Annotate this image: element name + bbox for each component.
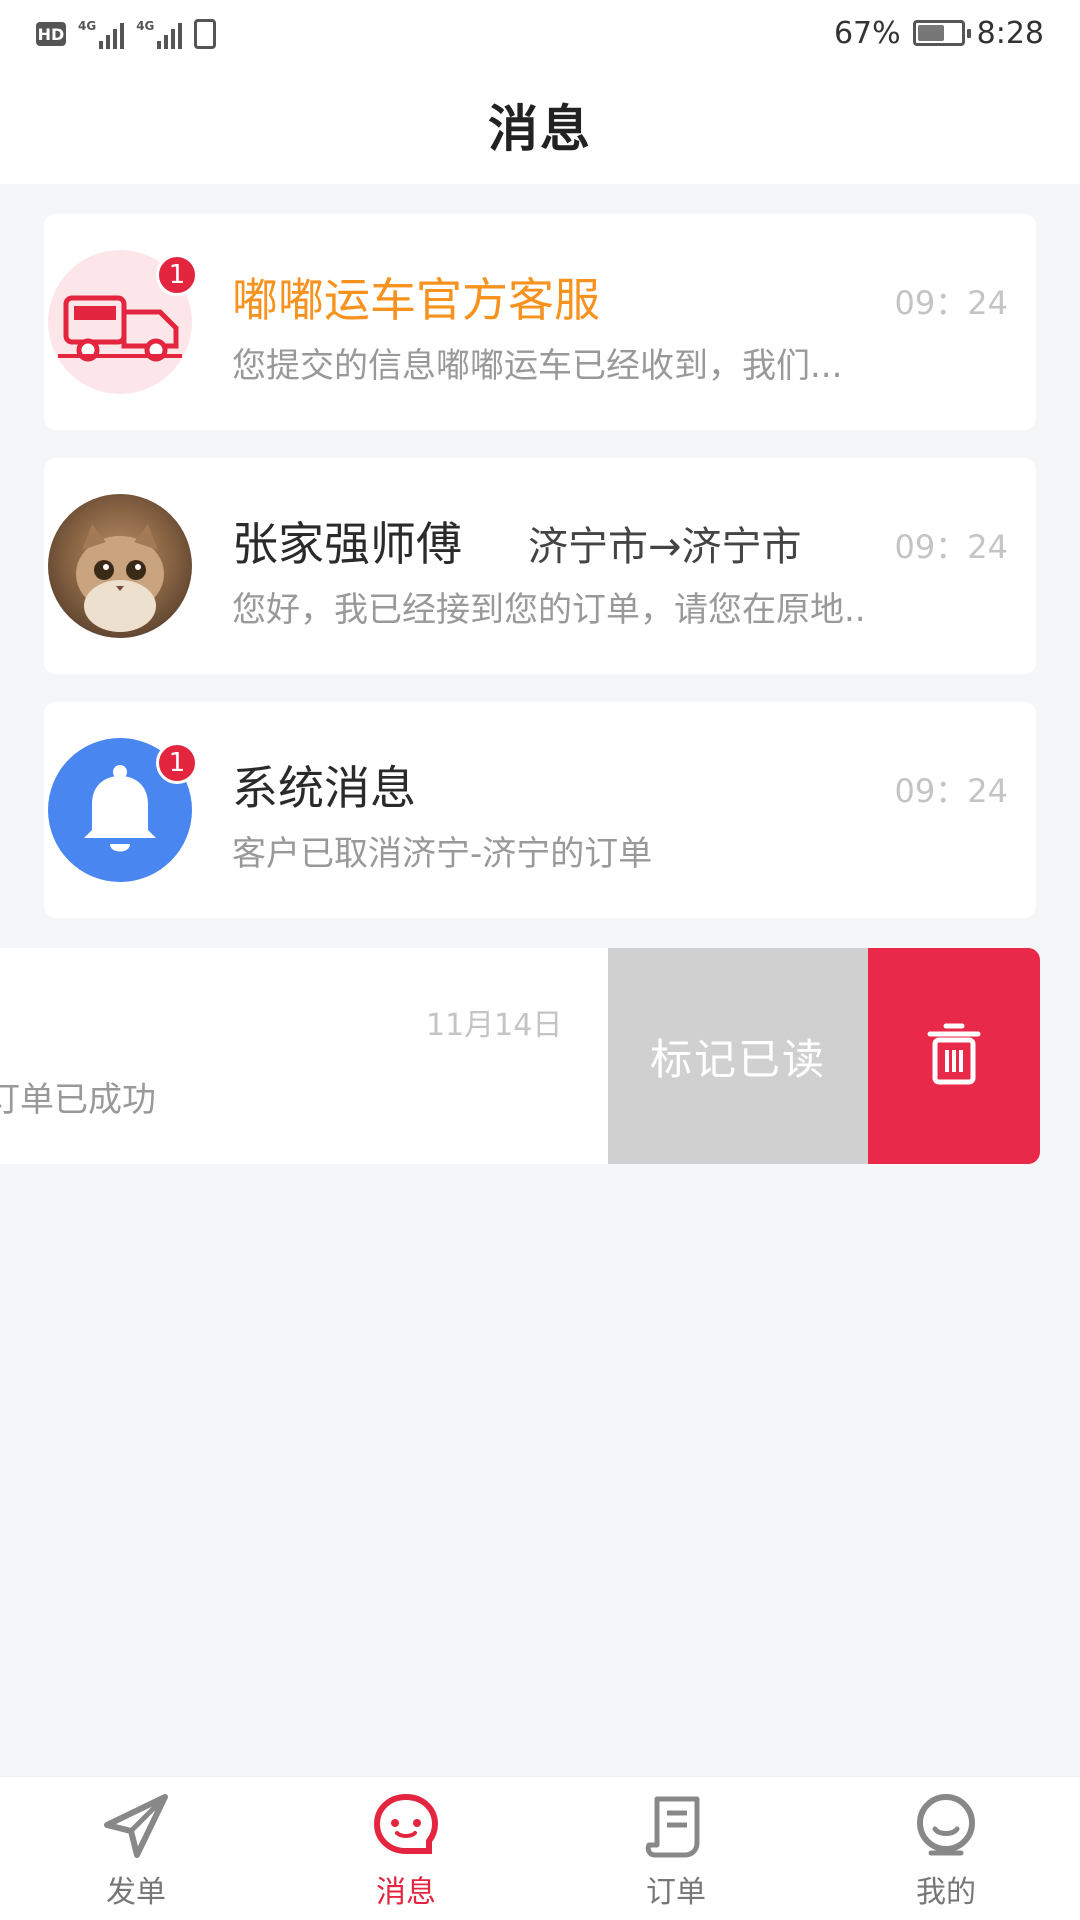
status-right: 67% 8:28 xyxy=(834,12,1044,54)
battery-icon xyxy=(912,20,971,46)
mark-read-button[interactable]: 标记已读 xyxy=(608,948,868,1164)
conversation-preview: 您好，我已经接到您的订单，请您在原地.. xyxy=(232,590,866,630)
paper-plane-icon xyxy=(101,1791,171,1861)
tab-send-order[interactable]: 发单 xyxy=(56,1791,216,1911)
status-left: HD 4G 4G xyxy=(36,16,217,52)
conversation-name: 张家强师傅 xyxy=(232,517,462,571)
battery-percent: 67% xyxy=(833,15,901,51)
conversation-route: 济宁市→济宁市 xyxy=(528,524,802,570)
signal-icon: 4G xyxy=(78,19,125,49)
tab-label: 消息 xyxy=(376,1875,436,1910)
delete-button[interactable] xyxy=(868,948,1040,1164)
conversation-time: 11月14日 xyxy=(426,1008,563,1043)
clock: 8:28 xyxy=(976,15,1044,51)
signal-icon: 4G xyxy=(136,19,183,49)
tab-label: 订单 xyxy=(646,1875,706,1910)
tab-label: 我的 xyxy=(916,1875,976,1910)
conversation-time: 09：24 xyxy=(894,772,1008,810)
trash-icon xyxy=(926,1022,982,1090)
page-title: 消息 xyxy=(488,100,592,158)
conversation-time: 09：24 xyxy=(894,528,1008,566)
order-document-icon xyxy=(641,1791,711,1861)
bottom-tab-bar: 发单 消息 订单 我的 xyxy=(0,1776,1080,1920)
status-bar: HD 4G 4G 67% 8:28 xyxy=(0,0,1080,66)
network-label: 4G xyxy=(136,19,155,33)
conversation-preview: 您提交的信息嘟嘟运车已经收到，我们... xyxy=(232,346,843,386)
tab-orders[interactable]: 订单 xyxy=(596,1791,756,1911)
avatar xyxy=(48,494,192,638)
conversation-item[interactable]: 1 嘟嘟运车官方客服 09：24 您提交的信息嘟嘟运车已经收到，我们... xyxy=(44,214,1036,430)
conversation-time: 09：24 xyxy=(894,284,1008,322)
messages-screen: HD 4G 4G 67% 8:28 消息 1 嘟嘟运车官方客服 09：24 您提… xyxy=(0,0,1080,1920)
page-header: 消息 xyxy=(0,66,1080,184)
conversation-item[interactable]: 1 系统消息 09：24 客户已取消济宁-济宁的订单 xyxy=(44,702,1036,918)
battery-fill xyxy=(917,25,945,41)
conversation-name: 系统消息 xyxy=(232,761,416,815)
chat-bubble-icon xyxy=(371,1791,441,1861)
conversation-item[interactable]: 张家强师傅 济宁市→济宁市 09：24 您好，我已经接到您的订单，请您在原地.. xyxy=(44,458,1036,674)
tab-label: 发单 xyxy=(106,1875,166,1910)
conversation-name: 嘟嘟运车官方客服 xyxy=(232,273,600,327)
profile-face-icon xyxy=(911,1791,981,1861)
unread-badge: 1 xyxy=(156,254,198,296)
conversation-preview: 客户已取消济宁-济宁的订单 xyxy=(232,834,653,874)
hd-indicator: HD xyxy=(36,22,66,46)
swiped-item-content[interactable]: 11月14日 订单已成功 xyxy=(0,948,620,1164)
swiped-conversation-item[interactable]: 11月14日 订单已成功 标记已读 xyxy=(0,948,1040,1164)
tab-profile[interactable]: 我的 xyxy=(866,1791,1026,1911)
unread-badge: 1 xyxy=(156,742,198,784)
network-label: 4G xyxy=(78,19,97,33)
vibrate-icon xyxy=(194,19,217,49)
tab-messages[interactable]: 消息 xyxy=(326,1791,486,1911)
conversation-preview: 订单已成功 xyxy=(0,1080,156,1120)
